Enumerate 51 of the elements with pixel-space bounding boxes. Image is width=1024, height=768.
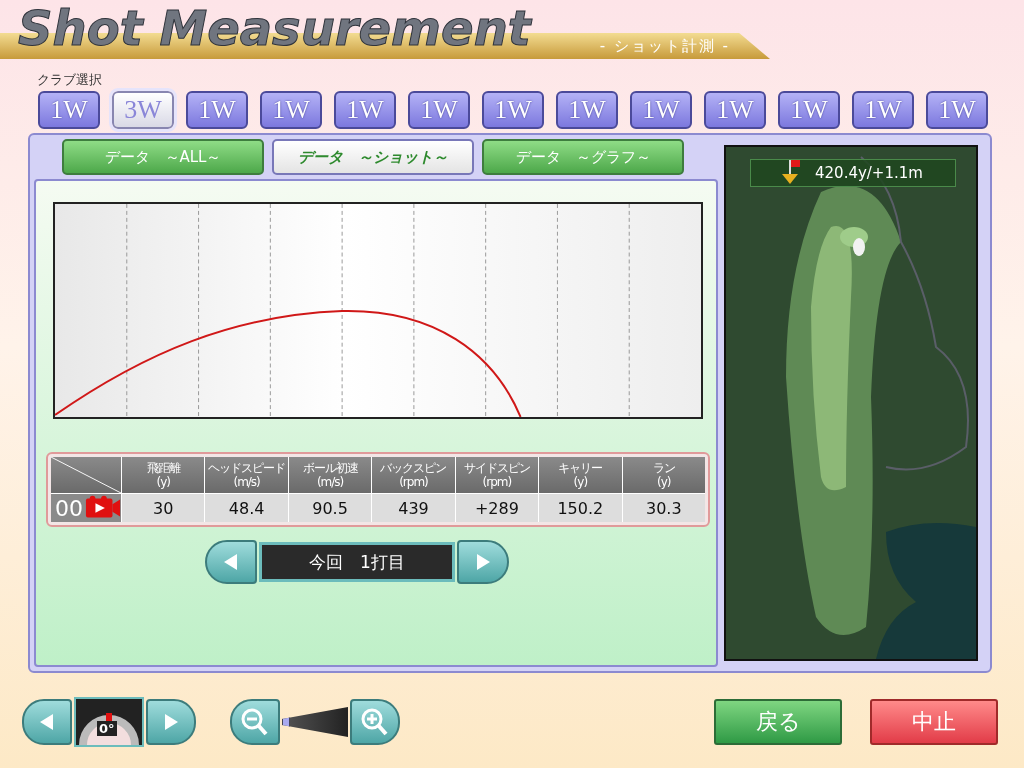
club-button[interactable]: 1W <box>556 91 618 129</box>
action-button[interactable]: 戻る <box>714 699 842 745</box>
club-button[interactable]: 1W <box>852 91 914 129</box>
table-cell: 150.2 <box>539 494 622 522</box>
table-cell: +289 <box>455 494 539 522</box>
club-button[interactable]: 1W <box>926 91 988 129</box>
zoom-in-button[interactable] <box>350 699 400 745</box>
club-button[interactable]: 1W <box>408 91 470 129</box>
club-button[interactable]: 1W <box>778 91 840 129</box>
shot-number: 00 <box>55 495 83 521</box>
club-button[interactable]: 3W <box>112 91 174 129</box>
club-select-label: クラブ選択 <box>37 71 103 88</box>
club-button[interactable]: 1W <box>260 91 322 129</box>
club-button[interactable]: 1W <box>704 91 766 129</box>
zoom-in-icon <box>360 707 390 737</box>
club-button[interactable]: 1W <box>334 91 396 129</box>
column-header: キャリー (y) <box>539 457 622 493</box>
club-button[interactable]: 1W <box>186 91 248 129</box>
zoom-out-button[interactable] <box>230 699 280 745</box>
right-arrow-icon <box>476 554 490 570</box>
left-arrow-icon <box>40 714 54 730</box>
table-cell: 30 <box>122 494 205 522</box>
tab[interactable]: データ ～グラフ～ <box>482 139 684 175</box>
column-header: サイドスピン (rpm) <box>455 457 539 493</box>
column-header: ヘッドスピード (m/s) <box>205 457 288 493</box>
column-header: 飛距離 (y) <box>122 457 205 493</box>
table-cell: 439 <box>372 494 455 522</box>
left-arrow-icon <box>224 554 238 570</box>
pin-flag-icon <box>779 160 801 186</box>
shot-label: 今回 1打目 <box>259 542 455 582</box>
club-button[interactable]: 1W <box>630 91 692 129</box>
club-button[interactable]: 1W <box>482 91 544 129</box>
zoom-out-icon <box>240 707 270 737</box>
table-cell: 30.3 <box>622 494 705 522</box>
club-button[interactable]: 1W <box>38 91 100 129</box>
table-cell: 90.5 <box>288 494 372 522</box>
column-header: バックスピン (rpm) <box>372 457 455 493</box>
rotate-left-button[interactable] <box>22 699 72 745</box>
column-header: ボール初速 (m/s) <box>288 457 372 493</box>
right-arrow-icon <box>164 714 178 730</box>
tab[interactable]: データ ～ALL～ <box>62 139 264 175</box>
subtitle: - ショット計測 - <box>599 36 730 56</box>
action-button[interactable]: 中止 <box>870 699 998 745</box>
angle-reading: 0° <box>97 721 117 736</box>
tab[interactable]: データ ～ショット～ <box>272 139 474 175</box>
distance-reading: 420.4y/+1.1m <box>815 164 923 182</box>
table-cell: 48.4 <box>205 494 288 522</box>
next-shot-button[interactable] <box>457 540 509 584</box>
previous-shot-button[interactable] <box>205 540 257 584</box>
column-header: ラン (y) <box>622 457 705 493</box>
rotate-right-button[interactable] <box>146 699 196 745</box>
